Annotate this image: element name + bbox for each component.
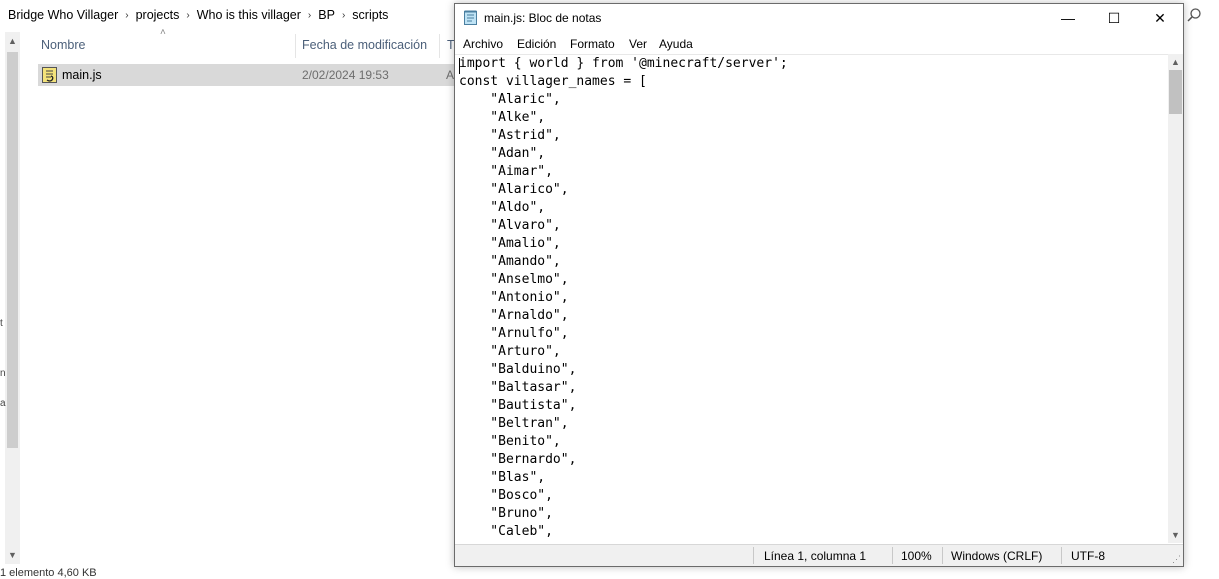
code-line[interactable]: "Bruno", [459,505,1168,523]
breadcrumb-item-scripts[interactable]: scripts [349,8,391,22]
column-divider[interactable] [295,34,296,58]
code-line[interactable]: "Blas", [459,469,1168,487]
code-line[interactable]: "Beltran", [459,415,1168,433]
code-line[interactable]: "Aldo", [459,199,1168,217]
status-bar: Línea 1, columna 1 100% Windows (CRLF) U… [455,544,1183,566]
cursor-position: Línea 1, columna 1 [764,549,867,563]
column-header-modified[interactable]: Fecha de modificación [302,38,427,52]
javascript-file-icon [42,67,57,83]
column-headers: Nombre Fecha de modificación Ti [0,34,460,58]
zoom-level: 100% [901,549,932,563]
code-line[interactable]: "Alke", [459,109,1168,127]
maximize-button[interactable]: ☐ [1091,4,1137,32]
scrollbar-thumb[interactable] [1169,70,1182,114]
code-line[interactable]: "Bosco", [459,487,1168,505]
edge-fragment: a [0,398,6,409]
code-line[interactable]: "Balduino", [459,361,1168,379]
close-button[interactable]: ✕ [1137,4,1183,32]
code-line[interactable]: "Anselmo", [459,271,1168,289]
title-bar[interactable]: main.js: Bloc de notas — ☐ ✕ [455,4,1183,32]
code-line[interactable]: "Amalio", [459,235,1168,253]
explorer-status-text: 1 elemento 4,60 KB [0,567,97,579]
menu-formato[interactable]: Formato [570,37,615,51]
encoding: UTF-8 [1071,549,1105,563]
code-line[interactable]: "Baltasar", [459,379,1168,397]
code-line[interactable]: "Adan", [459,145,1168,163]
chevron-right-icon[interactable]: › [304,10,315,21]
chevron-right-icon[interactable]: › [182,10,193,21]
text-caret [459,58,460,74]
search-icon[interactable] [1186,7,1202,23]
breadcrumb-item-root[interactable]: Bridge Who Villager [5,8,121,22]
text-editor-area[interactable]: import { world } from '@minecraft/server… [455,54,1168,544]
code-line[interactable]: "Arnaldo", [459,307,1168,325]
resize-grip-icon[interactable]: ⋰ [1172,554,1181,565]
navigation-pane-scrollbar[interactable]: ▲ ▼ [5,32,20,564]
column-divider[interactable] [439,34,440,58]
menu-archivo[interactable]: Archivo [463,37,503,51]
notepad-icon [464,10,477,25]
edge-fragment: n [0,368,6,379]
breadcrumb-item-projects[interactable]: projects [133,8,183,22]
code-line[interactable]: "Alaric", [459,91,1168,109]
column-header-name[interactable]: Nombre [41,38,85,52]
code-line[interactable]: "Caleb", [459,523,1168,541]
status-divider [1061,547,1062,564]
code-line[interactable]: "Bernardo", [459,451,1168,469]
line-endings: Windows (CRLF) [951,549,1043,563]
code-line[interactable]: "Arnulfo", [459,325,1168,343]
code-line[interactable]: "Benito", [459,433,1168,451]
chevron-right-icon[interactable]: › [338,10,349,21]
code-line[interactable]: "Alvaro", [459,217,1168,235]
edge-fragment: t [0,318,3,329]
code-line[interactable]: "Astrid", [459,127,1168,145]
code-line[interactable]: "Amando", [459,253,1168,271]
code-line[interactable]: "Alarico", [459,181,1168,199]
menu-edicion[interactable]: Edición [517,37,556,51]
code-line[interactable]: "Bautista", [459,397,1168,415]
breadcrumb-item-bp[interactable]: BP [315,8,338,22]
code-line[interactable]: "Aimar", [459,163,1168,181]
window-title: main.js: Bloc de notas [484,11,602,25]
minimize-button[interactable]: — [1045,4,1091,32]
file-name: main.js [62,68,102,82]
file-row[interactable]: main.js 2/02/2024 19:53 A [38,64,458,86]
status-divider [942,547,943,564]
breadcrumb-item-project[interactable]: Who is this villager [194,8,304,22]
file-modified-date: 2/02/2024 19:53 [302,68,389,82]
status-divider [753,547,754,564]
status-divider [892,547,893,564]
chevron-right-icon[interactable]: › [121,10,132,21]
code-line[interactable]: import { world } from '@minecraft/server… [459,55,1168,73]
code-line[interactable]: const villager_names = [ [459,73,1168,91]
file-type: A [446,68,455,82]
scroll-up-icon[interactable]: ▲ [1168,54,1183,70]
notepad-window: main.js: Bloc de notas — ☐ ✕ Archivo Edi… [454,3,1184,567]
scrollbar-thumb[interactable] [7,52,18,448]
scroll-down-icon[interactable]: ▼ [1168,527,1183,543]
menu-ver[interactable]: Ver [629,37,647,51]
code-line[interactable]: "Antonio", [459,289,1168,307]
code-text[interactable]: import { world } from '@minecraft/server… [455,55,1168,541]
menu-ayuda[interactable]: Ayuda [659,37,693,51]
scroll-down-icon[interactable]: ▼ [5,548,20,562]
menu-bar: Archivo Edición Formato Ver Ayuda [455,34,1183,54]
code-line[interactable]: "Arturo", [459,343,1168,361]
vertical-scrollbar[interactable]: ▲ ▼ [1168,54,1183,543]
